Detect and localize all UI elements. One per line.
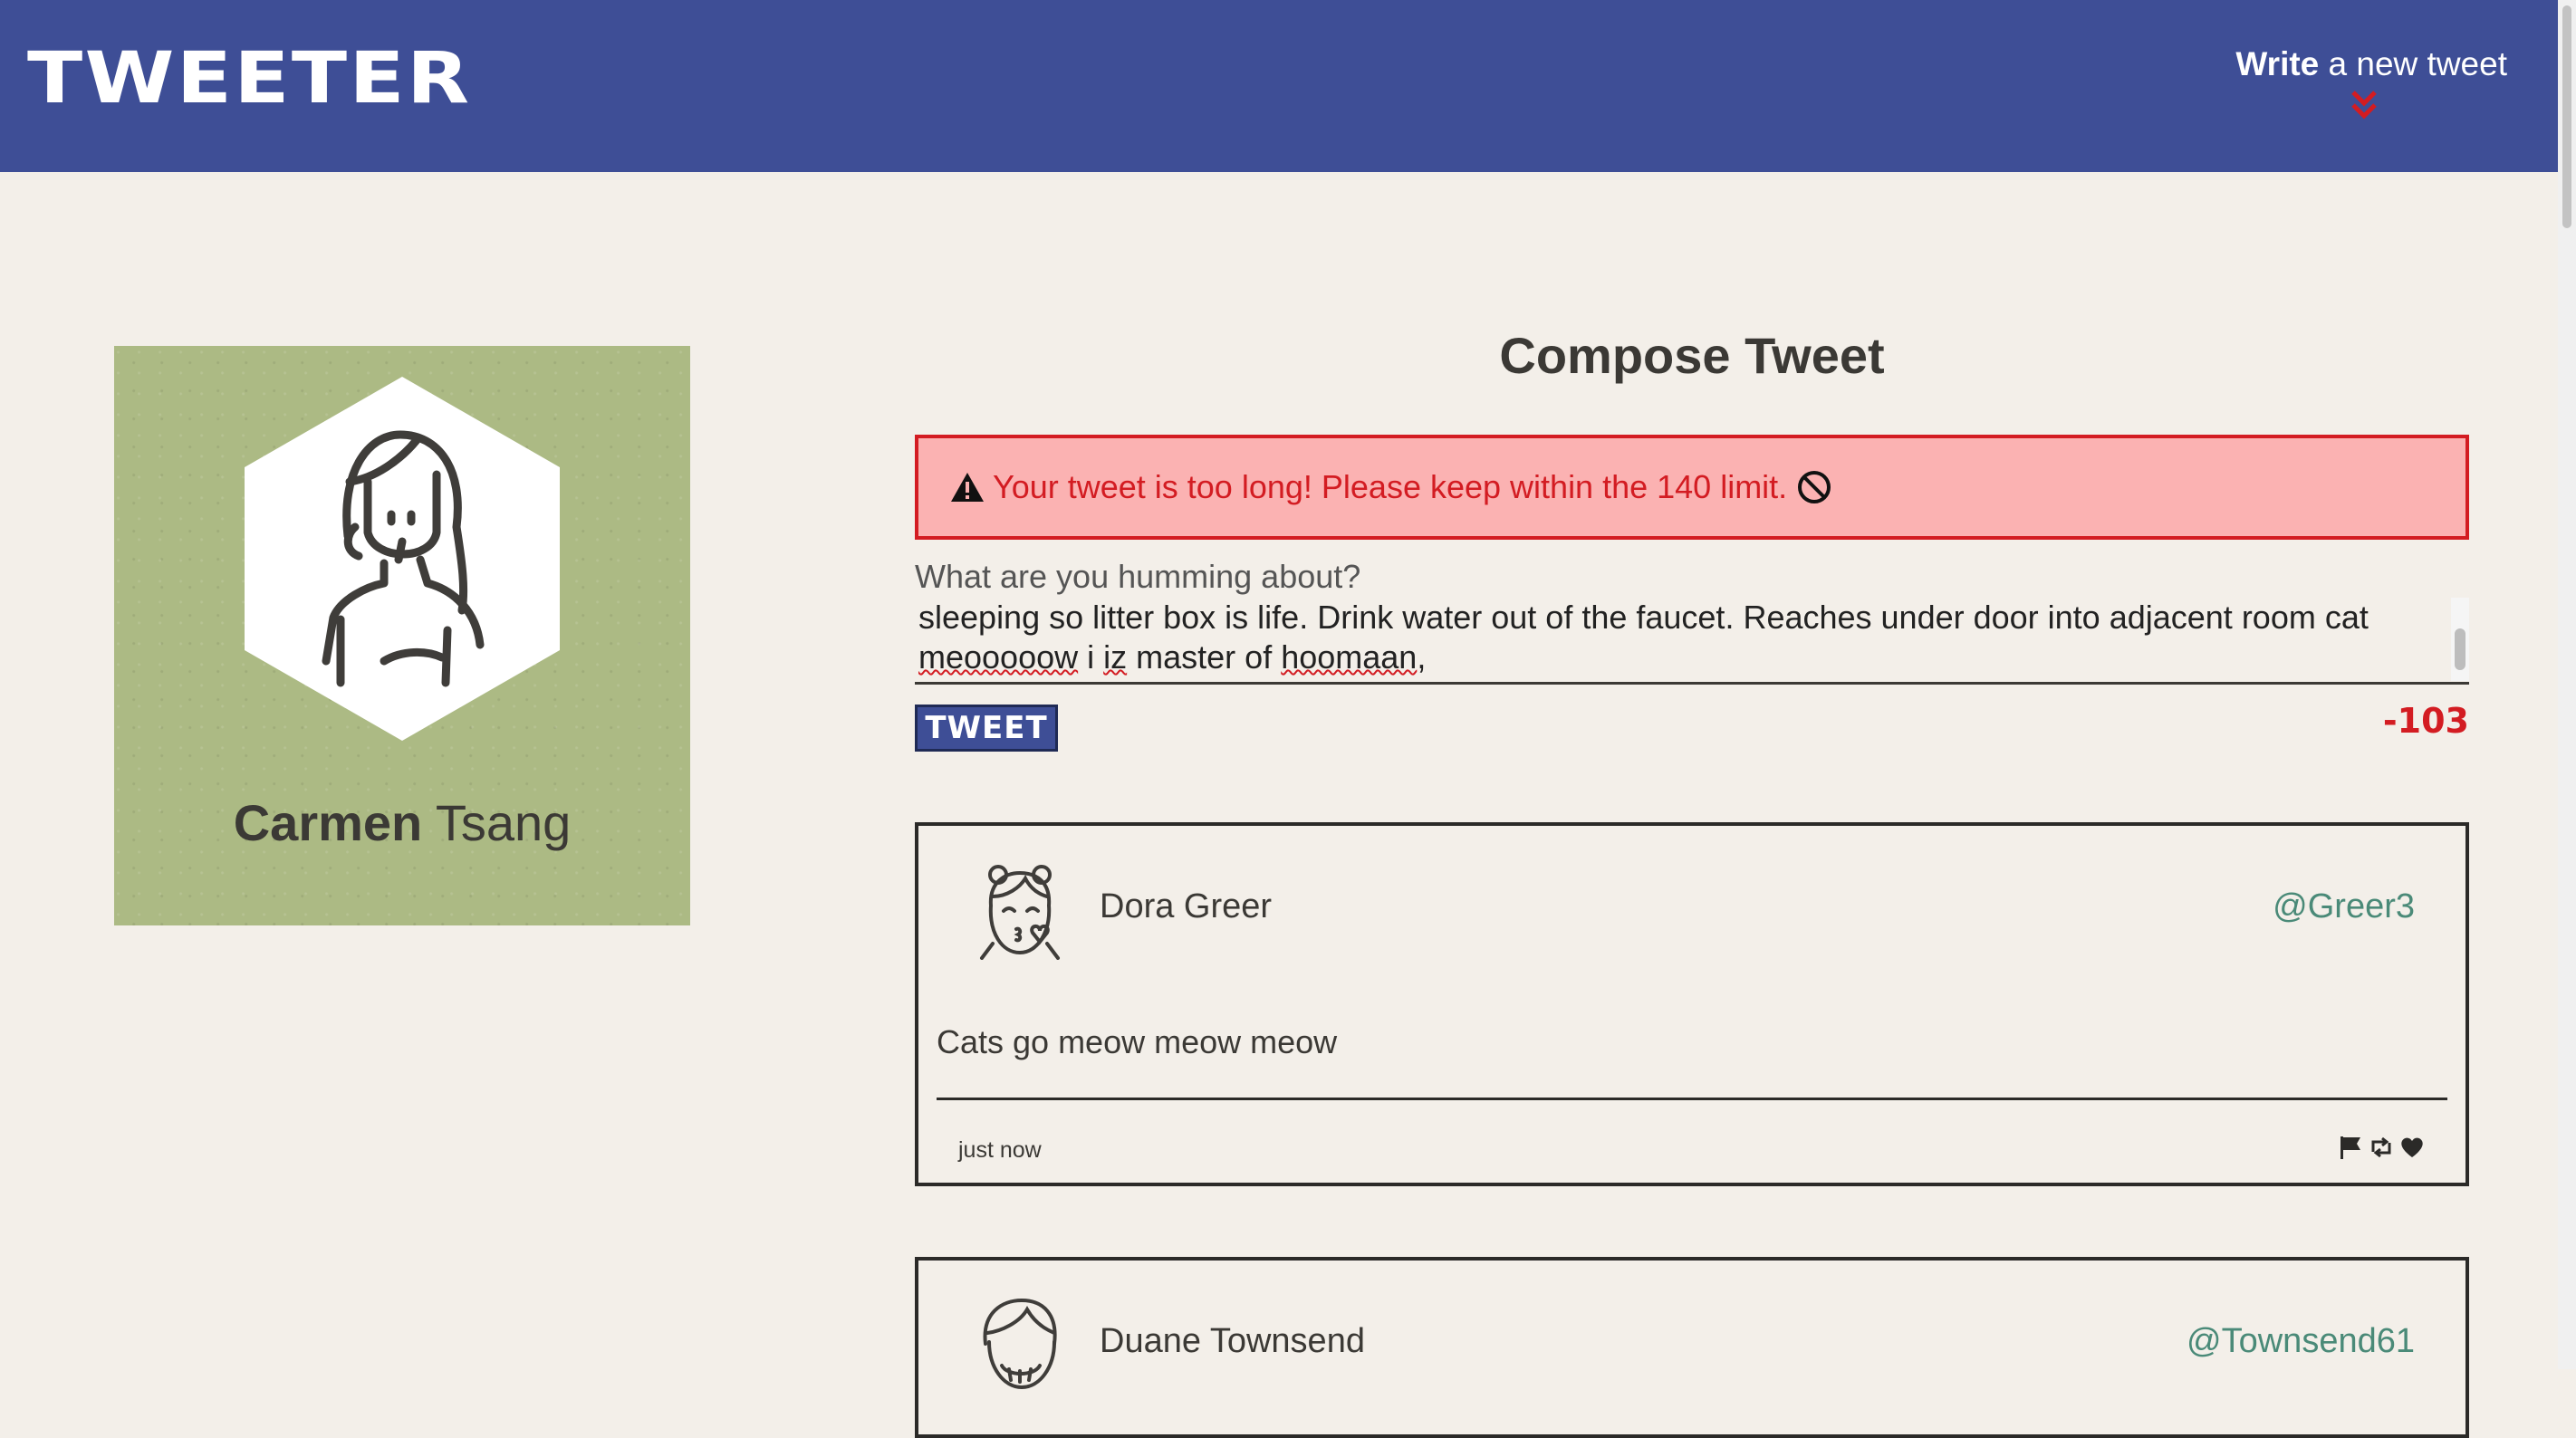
tweet-button[interactable]: TWEET xyxy=(915,705,1058,752)
tweet-textarea[interactable]: sleeping so litter box is life. Drink wa… xyxy=(915,598,2469,685)
text-fragment: i xyxy=(1078,638,1104,676)
profile-last-name: Tsang xyxy=(422,794,572,851)
app-logo[interactable]: TWEETER xyxy=(27,38,471,120)
write-label-rest: a new tweet xyxy=(2319,45,2507,82)
write-new-tweet-toggle[interactable]: Write a new tweet xyxy=(2235,45,2507,120)
ban-icon xyxy=(1798,471,1831,503)
double-chevron-down-icon[interactable] xyxy=(2346,87,2382,123)
error-message: Your tweet is too long! Please keep with… xyxy=(993,468,1788,505)
tweet-text-line-2: meooooow i iz master of hoomaan, xyxy=(918,638,2413,677)
tweet-actions xyxy=(2337,1134,2426,1161)
tweet-card: Duane Townsend @Townsend61 xyxy=(915,1257,2469,1438)
tweet-author-handle[interactable]: @Greer3 xyxy=(2273,887,2415,926)
profile-card: Carmen Tsang xyxy=(114,346,690,925)
textarea-scrollbar[interactable] xyxy=(2451,598,2469,681)
profile-name: Carmen Tsang xyxy=(114,793,690,852)
tweet-author-name: Duane Townsend xyxy=(1100,1322,1365,1360)
misspelled-word: hoomaan xyxy=(1281,638,1418,676)
tweet-author-name: Dora Greer xyxy=(1100,887,1273,925)
page-scrollbar-thumb[interactable] xyxy=(2562,5,2571,228)
user-avatar-icon xyxy=(980,865,1060,960)
tweet-card: Dora Greer @Greer3 Cats go meow meow meo… xyxy=(915,822,2469,1186)
page-scrollbar[interactable] xyxy=(2558,0,2576,1369)
tweet-author-handle[interactable]: @Townsend61 xyxy=(2187,1322,2415,1361)
character-counter: -103 xyxy=(2382,701,2469,741)
profile-avatar xyxy=(245,377,560,741)
tweet-textarea-content: sleeping so litter box is life. Drink wa… xyxy=(918,598,2413,677)
tweet-timestamp: just now xyxy=(958,1137,1042,1163)
user-avatar-icon xyxy=(983,1298,1057,1390)
tweet-body: Cats go meow meow meow xyxy=(937,1023,1338,1060)
tweet-text-line-1: sleeping so litter box is life. Drink wa… xyxy=(918,599,2369,636)
textarea-scrollbar-thumb[interactable] xyxy=(2455,628,2465,670)
misspelled-word: meooooow xyxy=(918,638,1079,676)
retweet-icon[interactable] xyxy=(2368,1134,2395,1161)
text-fragment: master of xyxy=(1127,638,1282,676)
flag-icon[interactable] xyxy=(2337,1134,2364,1161)
compose-prompt: What are you humming about? xyxy=(915,558,1361,595)
error-banner: Your tweet is too long! Please keep with… xyxy=(915,435,2469,540)
warning-icon xyxy=(951,473,984,502)
write-label-bold: Write xyxy=(2235,45,2320,82)
heart-icon[interactable] xyxy=(2398,1134,2426,1161)
top-nav: TWEETER Write a new tweet xyxy=(0,0,2558,172)
text-fragment: , xyxy=(1417,638,1427,676)
misspelled-word: iz xyxy=(1103,638,1128,676)
compose-title: Compose Tweet xyxy=(1499,327,1885,384)
tweet-divider xyxy=(937,1098,2447,1100)
profile-first-name: Carmen xyxy=(233,794,423,851)
